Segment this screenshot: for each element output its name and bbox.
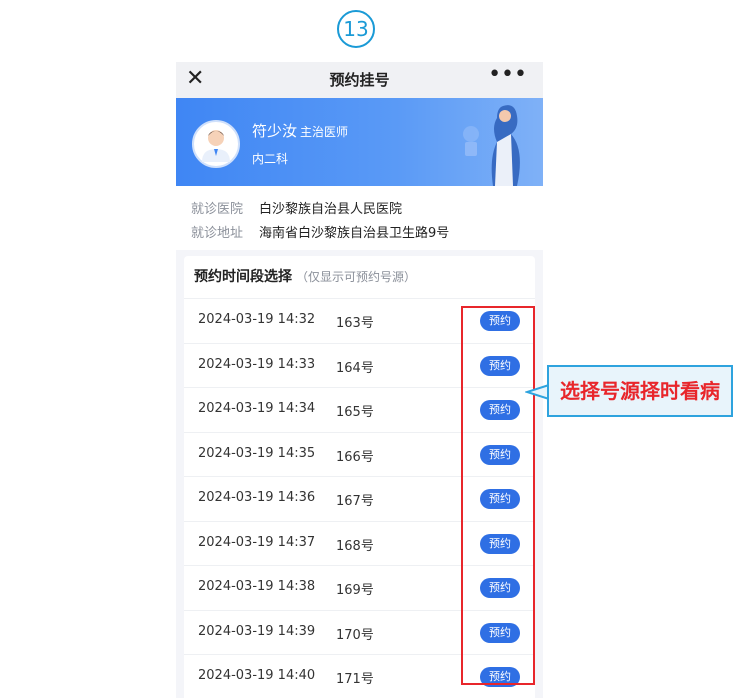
slot-number: 164号 <box>336 360 374 376</box>
slot-heading: 预约时间段选择 <box>194 269 292 285</box>
hospital-row: 就诊医院 白沙黎族自治县人民医院 <box>191 198 402 217</box>
doctor-avatar <box>192 120 240 168</box>
doctor-department: 内二科 <box>252 152 289 166</box>
hospital-value: 白沙黎族自治县人民医院 <box>259 202 403 217</box>
slot-number: 168号 <box>336 538 374 554</box>
slot-time: 2024-03-19 14:40 <box>198 668 316 683</box>
address-label: 就诊地址 <box>191 226 244 241</box>
slot-time: 2024-03-19 14:38 <box>198 579 316 594</box>
slot-number: 170号 <box>336 627 374 643</box>
slot-time: 2024-03-19 14:32 <box>198 312 316 327</box>
hospital-label: 就诊医院 <box>191 202 244 217</box>
slot-number: 166号 <box>336 449 374 465</box>
slot-number: 163号 <box>336 316 374 331</box>
slot-time: 2024-03-19 14:37 <box>198 534 316 550</box>
slot-time: 2024-03-19 14:33 <box>198 356 316 372</box>
more-dots-icon[interactable]: ••• <box>488 62 527 88</box>
address-value: 海南省白沙黎族自治县卫生路9号 <box>259 226 450 241</box>
doctor-avatar-icon <box>202 130 230 162</box>
slot-number: 165号 <box>336 405 374 420</box>
address-row: 就诊地址 海南省白沙黎族自治县卫生路9号 <box>191 222 449 241</box>
slot-number: 169号 <box>336 583 374 598</box>
slot-time: 2024-03-19 14:35 <box>198 445 316 461</box>
step-number-badge: 13 <box>337 10 375 48</box>
doctor-title: 主治医师 <box>300 125 349 139</box>
slot-card-header: 预约时间段选择 （仅显示可预约号源） <box>194 266 416 286</box>
slot-number: 167号 <box>336 494 374 509</box>
highlight-box <box>461 306 535 685</box>
nav-bar: ✕ 预约挂号 ••• <box>176 62 543 98</box>
doctor-illustration-icon <box>463 105 520 186</box>
callout-annotation: 选择号源择时看病 <box>547 365 733 417</box>
slot-note: （仅显示可预约号源） <box>296 270 417 284</box>
doctor-banner: 符少汝 主治医师 内二科 <box>176 98 543 186</box>
visit-info: 就诊医院 白沙黎族自治县人民医院 就诊地址 海南省白沙黎族自治县卫生路9号 <box>176 186 543 250</box>
slot-time: 2024-03-19 14:34 <box>198 401 316 416</box>
slot-number: 171号 <box>336 672 374 687</box>
slot-time: 2024-03-19 14:39 <box>198 623 316 639</box>
slot-time: 2024-03-19 14:36 <box>198 490 316 505</box>
doctor-name: 符少汝 <box>252 122 298 140</box>
